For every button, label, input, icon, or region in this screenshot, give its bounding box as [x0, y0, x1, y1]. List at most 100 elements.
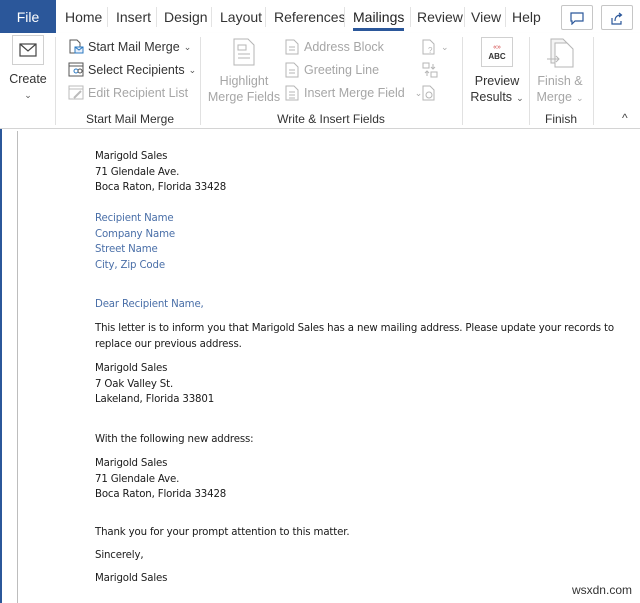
- chevron-down-icon: ⌄: [188, 64, 197, 75]
- finish-label-line2: Merge: [536, 90, 572, 104]
- chevron-down-icon: ⌄: [441, 41, 449, 52]
- share-button[interactable]: [601, 5, 633, 30]
- highlight-label-line1: Highlight: [219, 74, 269, 88]
- insert-merge-field-label: Insert Merge Field: [304, 86, 405, 100]
- tab-divider: [505, 7, 506, 27]
- tab-references[interactable]: References: [274, 0, 346, 33]
- greeting-line-icon: [283, 61, 301, 79]
- match-fields-icon: [422, 62, 438, 78]
- select-recipients-label: Select Recipients: [88, 63, 185, 77]
- tab-layout[interactable]: Layout: [220, 0, 262, 33]
- tab-help[interactable]: Help: [512, 0, 541, 33]
- tab-divider: [464, 7, 465, 27]
- tab-divider: [107, 7, 108, 27]
- tab-divider: [265, 7, 266, 27]
- match-fields-button[interactable]: [421, 60, 439, 80]
- select-recipients-button[interactable]: Select Recipients ⌄: [67, 60, 196, 80]
- sender-city: Boca Raton, Florida 33428: [95, 182, 227, 194]
- old-address-name: Marigold Sales: [95, 363, 168, 374]
- highlight-merge-fields-icon: [233, 38, 255, 66]
- create-button[interactable]: Create ⌄: [6, 35, 50, 103]
- new-address-city: Boca Raton, Florida 33428: [95, 489, 227, 501]
- body-line-1: This letter is to inform you that Marigo…: [95, 323, 614, 334]
- start-mail-merge-button[interactable]: Start Mail Merge ⌄: [67, 37, 191, 57]
- update-labels-icon: [422, 85, 435, 101]
- highlight-merge-fields-button[interactable]: Highlight Merge Fields: [205, 37, 283, 105]
- old-address-street: 7 Oak Valley St.: [95, 378, 174, 390]
- greeting-line-button[interactable]: Greeting Line: [283, 60, 379, 80]
- merge-field-company-name[interactable]: Company Name: [95, 227, 175, 243]
- tab-design[interactable]: Design: [164, 0, 208, 33]
- sender-address: Marigold Sales 71 Glendale Ave. Boca Rat…: [95, 149, 226, 196]
- old-address: Marigold Sales 7 Oak Valley St. Lakeland…: [95, 361, 214, 408]
- new-address: Marigold Sales 71 Glendale Ave. Boca Rat…: [95, 456, 226, 503]
- ribbon-tab-bar: File Home Insert Design Layout Reference…: [0, 0, 640, 33]
- group-label-write-insert-fields: Write & Insert Fields: [277, 112, 385, 126]
- finish-merge-button[interactable]: Finish & Merge ⌄: [534, 37, 586, 106]
- group-divider: [462, 37, 463, 125]
- edit-recipient-list-button[interactable]: Edit Recipient List: [67, 83, 188, 103]
- tab-divider: [344, 7, 345, 27]
- address-block-label: Address Block: [304, 40, 384, 54]
- address-block-button[interactable]: Address Block: [283, 37, 384, 57]
- tab-divider: [211, 7, 212, 27]
- merge-field-recipient-name[interactable]: Recipient Name: [95, 211, 175, 227]
- comments-button[interactable]: [561, 5, 593, 30]
- insert-merge-field-button[interactable]: Insert Merge Field ⌄: [283, 83, 422, 103]
- tab-review[interactable]: Review: [417, 0, 463, 33]
- tab-divider: [410, 7, 411, 27]
- envelope-icon: [19, 43, 37, 57]
- window-left-border: [0, 129, 2, 603]
- finish-label-line1: Finish &: [537, 74, 583, 88]
- tab-mailings[interactable]: Mailings: [353, 0, 405, 33]
- merge-field-city-zip[interactable]: City, Zip Code: [95, 258, 175, 274]
- greeting-line[interactable]: Dear Recipient Name,: [95, 297, 204, 313]
- preview-label-line2: Results: [470, 90, 513, 104]
- sender-street: 71 Glendale Ave.: [95, 166, 180, 178]
- svg-text:?: ?: [428, 46, 433, 55]
- share-icon: [611, 12, 623, 25]
- create-label: Create: [9, 72, 47, 86]
- tab-insert[interactable]: Insert: [116, 0, 151, 33]
- new-address-name: Marigold Sales: [95, 458, 168, 469]
- greeting-line-label: Greeting Line: [304, 63, 380, 77]
- group-divider: [55, 37, 56, 125]
- collapse-ribbon-icon[interactable]: ^: [622, 111, 628, 125]
- body-paragraph: This letter is to inform you that Marigo…: [95, 321, 614, 352]
- select-recipients-icon: [67, 61, 85, 79]
- tab-home[interactable]: Home: [65, 0, 102, 33]
- chevron-down-icon: ⌄: [24, 90, 32, 100]
- body-line-2: replace our previous address.: [95, 338, 242, 350]
- old-address-city: Lakeland, Florida 33801: [95, 394, 215, 406]
- page-margin-line: [17, 131, 18, 603]
- new-address-street: 71 Glendale Ave.: [95, 473, 180, 485]
- update-labels-button[interactable]: [421, 83, 437, 103]
- recipient-merge-fields: Recipient Name Company Name Street Name …: [95, 211, 175, 274]
- ribbon: Create ⌄ Start Mail Merge ⌄ Select Recip…: [0, 33, 640, 129]
- tab-file[interactable]: File: [0, 0, 56, 33]
- start-mail-merge-icon: [67, 38, 85, 56]
- tab-divider: [156, 7, 157, 27]
- edit-recipient-list-icon: [67, 84, 85, 102]
- group-label-finish: Finish: [544, 112, 577, 126]
- tab-view[interactable]: View: [471, 0, 501, 33]
- merge-field-street-name[interactable]: Street Name: [95, 242, 175, 258]
- signature-line: Marigold Sales: [95, 573, 168, 584]
- chevron-down-icon: ⌄: [575, 93, 584, 103]
- edit-recipient-list-label: Edit Recipient List: [88, 86, 189, 100]
- highlight-label-line2: Merge Fields: [207, 90, 281, 104]
- closing-line: Sincerely,: [95, 550, 144, 561]
- group-divider: [593, 37, 594, 125]
- thanks-line: Thank you for your prompt attention to t…: [95, 527, 350, 538]
- sender-name: Marigold Sales: [95, 151, 168, 162]
- preview-results-button[interactable]: «» ABC Preview Results ⌄: [467, 37, 527, 106]
- chevron-down-icon: ⌄: [183, 41, 192, 52]
- group-label-start-mail-merge: Start Mail Merge: [85, 112, 175, 126]
- chevron-down-icon: ⌄: [516, 93, 524, 103]
- start-mail-merge-label: Start Mail Merge: [88, 40, 180, 54]
- comment-icon: [570, 11, 584, 25]
- new-address-intro: With the following new address:: [95, 434, 254, 445]
- rules-button[interactable]: ? ⌄: [421, 37, 449, 57]
- finish-merge-icon: [547, 38, 574, 68]
- preview-label-line1: Preview: [474, 74, 520, 88]
